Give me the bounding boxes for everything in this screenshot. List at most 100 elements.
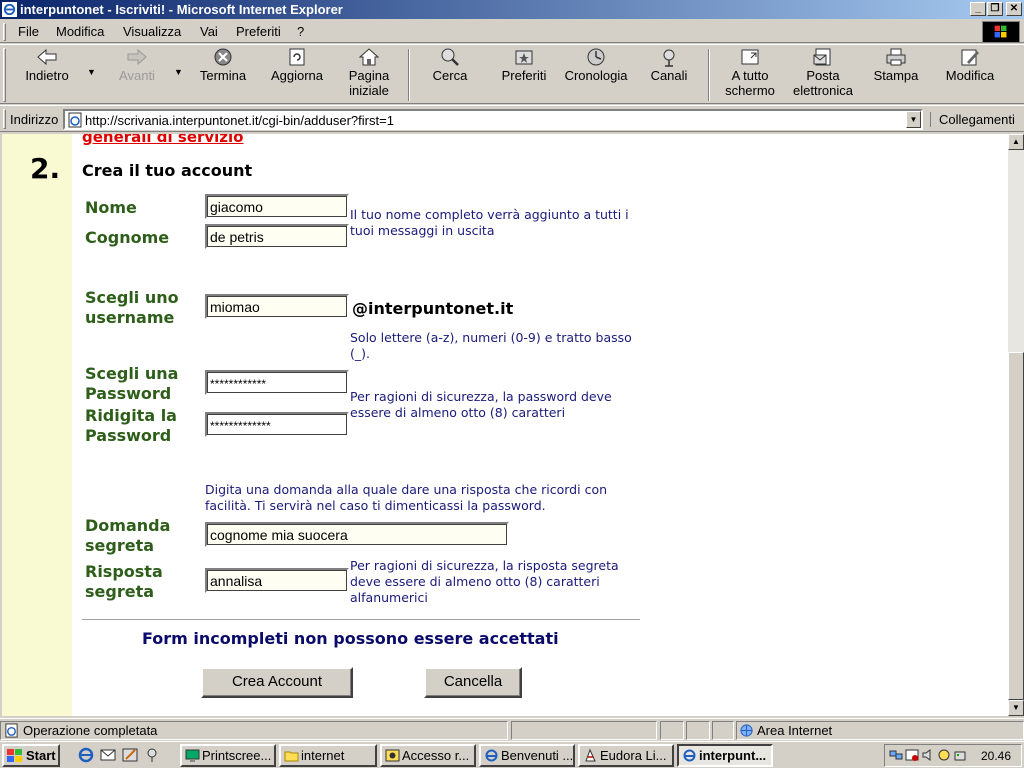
back-dropdown-icon[interactable]: ▼ (87, 67, 96, 77)
channels-quicklaunch-icon[interactable] (143, 746, 161, 764)
task-label: Eudora Li... (600, 748, 667, 763)
address-grip[interactable] (3, 109, 6, 129)
terms-link[interactable]: generali di servizio (82, 134, 243, 146)
name-help-text: Il tuo nome completo verrà aggiunto a tu… (350, 207, 629, 238)
task-internet-folder[interactable]: internet (279, 744, 377, 767)
password-confirm-input[interactable]: ************* (205, 412, 349, 437)
ie-window-icon[interactable] (2, 2, 17, 17)
search-icon (441, 48, 459, 66)
title-bar: interpuntonet - Iscriviti! - Microsoft I… (0, 0, 1024, 19)
ie-window: interpuntonet - Iscriviti! - Microsoft I… (0, 0, 1024, 768)
search-button[interactable]: Cerca (420, 47, 480, 103)
close-button[interactable]: ✕ (1006, 2, 1022, 16)
desktop-quicklaunch-icon[interactable] (121, 746, 139, 764)
task-label: Benvenuti ... (501, 748, 574, 763)
toolbar-separator (408, 49, 410, 101)
form-divider (82, 619, 640, 621)
speaker-tray-icon[interactable] (921, 748, 935, 762)
scroll-down-icon[interactable]: ▼ (1008, 700, 1024, 716)
toolbar-grip[interactable] (3, 48, 6, 102)
menu-modifica[interactable]: Modifica (56, 24, 104, 39)
menu-help[interactable]: ? (297, 24, 304, 39)
fullscreen-icon (741, 49, 759, 65)
nome-input[interactable]: giacomo (205, 194, 349, 219)
history-icon (587, 48, 605, 66)
edit-button[interactable]: Modifica (938, 47, 1002, 103)
monitor-icon (185, 749, 200, 762)
modem-tray-icon[interactable] (953, 748, 967, 762)
question-input[interactable]: cognome mia suocera (205, 522, 509, 547)
address-input[interactable]: http://scrivania.interpuntonet.it/cgi-bi… (63, 109, 923, 130)
minimize-button[interactable]: _ (970, 2, 986, 16)
answer-help-text: Per ragioni di sicurezza, la risposta se… (350, 558, 619, 605)
start-button[interactable]: Start (2, 744, 60, 767)
maximize-button[interactable]: ❐ (987, 2, 1003, 16)
history-button[interactable]: Cronologia (560, 47, 632, 103)
password-input[interactable]: ************ (205, 370, 349, 395)
address-url: http://scrivania.interpuntonet.it/cgi-bi… (85, 113, 394, 128)
channels-button[interactable]: Canali (642, 47, 696, 103)
stop-button[interactable]: Termina (193, 47, 253, 103)
menu-visualizza[interactable]: Visualizza (123, 24, 181, 39)
username-help-text: Solo lettere (a-z), numeri (0-9) e tratt… (350, 330, 632, 361)
standard-toolbar: Indietro ▼ Avanti ▼ Termina Aggiorna Pag… (0, 44, 1024, 104)
create-account-button[interactable]: Crea Account (201, 667, 353, 698)
fullscreen-button[interactable]: A tutto schermo (718, 47, 782, 103)
menu-preferiti[interactable]: Preferiti (236, 24, 281, 39)
system-tray: 20.46 (884, 744, 1022, 767)
answer-label: Risposta segreta (85, 562, 163, 602)
status-bar: Operazione completata Area Internet (0, 718, 1024, 740)
username-input[interactable]: miomao (205, 294, 349, 319)
task-interpuntonet-active[interactable]: interpunt... (677, 744, 773, 767)
cognome-input[interactable]: de petris (205, 224, 349, 249)
toolbar-separator (708, 49, 710, 101)
username-label-line1: Scegli uno (85, 288, 179, 307)
channels-label: Canali (650, 68, 688, 83)
home-icon (358, 48, 380, 66)
antivirus-tray-icon[interactable] (937, 748, 951, 762)
print-button[interactable]: Stampa (866, 47, 926, 103)
vertical-scrollbar[interactable]: ▲ ▼ (1008, 134, 1024, 716)
folder-icon (284, 751, 299, 762)
outlook-quicklaunch-icon[interactable] (99, 746, 117, 764)
scroll-thumb[interactable] (1008, 352, 1024, 700)
network-tray-icon[interactable] (889, 748, 903, 762)
question-intro-text: Digita una domanda alla quale dare una r… (205, 482, 608, 513)
edit-label: Modifica (945, 68, 995, 83)
back-button[interactable]: Indietro (18, 47, 76, 103)
favorites-icon (515, 50, 533, 65)
question-label: Domanda segreta (85, 516, 170, 556)
home-label-line1: Pagina (348, 68, 390, 83)
favorites-label: Preferiti (501, 68, 547, 83)
scheduler-tray-icon[interactable] (905, 748, 919, 762)
forward-arrow-icon (127, 48, 147, 66)
task-eudora[interactable]: Eudora Li... (578, 744, 674, 767)
answer-input[interactable]: annalisa (205, 568, 349, 593)
task-benvenuti[interactable]: Benvenuti ... (479, 744, 575, 767)
scroll-up-icon[interactable]: ▲ (1008, 134, 1024, 150)
forward-dropdown-icon[interactable]: ▼ (174, 67, 183, 77)
menu-file[interactable]: File (18, 24, 39, 39)
favorites-button[interactable]: Preferiti (494, 47, 554, 103)
clock[interactable]: 20.46 (981, 749, 1011, 763)
status-cell (660, 721, 684, 740)
links-toolbar[interactable]: Collegamenti (930, 112, 1015, 127)
menu-grip[interactable] (3, 23, 6, 41)
address-dropdown-icon[interactable]: ▼ (906, 111, 921, 128)
refresh-button[interactable]: Aggiorna (264, 47, 330, 103)
menu-vai[interactable]: Vai (200, 24, 218, 39)
ie-quicklaunch-icon[interactable] (77, 746, 95, 764)
ie-task-icon (485, 749, 498, 762)
task-label: Accesso r... (402, 748, 470, 763)
print-label: Stampa (873, 68, 919, 83)
status-cell (712, 721, 734, 740)
signup-form: generali di servizio 2. Crea il tuo acco… (2, 134, 1008, 716)
fullscreen-label-line2: schermo (725, 83, 775, 98)
task-accesso[interactable]: Accesso r... (380, 744, 476, 767)
home-button[interactable]: Pagina iniziale (340, 47, 398, 103)
forward-button[interactable]: Avanti (108, 47, 166, 103)
page-viewport: generali di servizio 2. Crea il tuo acco… (2, 134, 1008, 716)
task-printscreen[interactable]: Printscree... (180, 744, 276, 767)
mail-button[interactable]: Posta elettronica (788, 47, 858, 103)
cancel-button[interactable]: Cancella (424, 667, 522, 698)
